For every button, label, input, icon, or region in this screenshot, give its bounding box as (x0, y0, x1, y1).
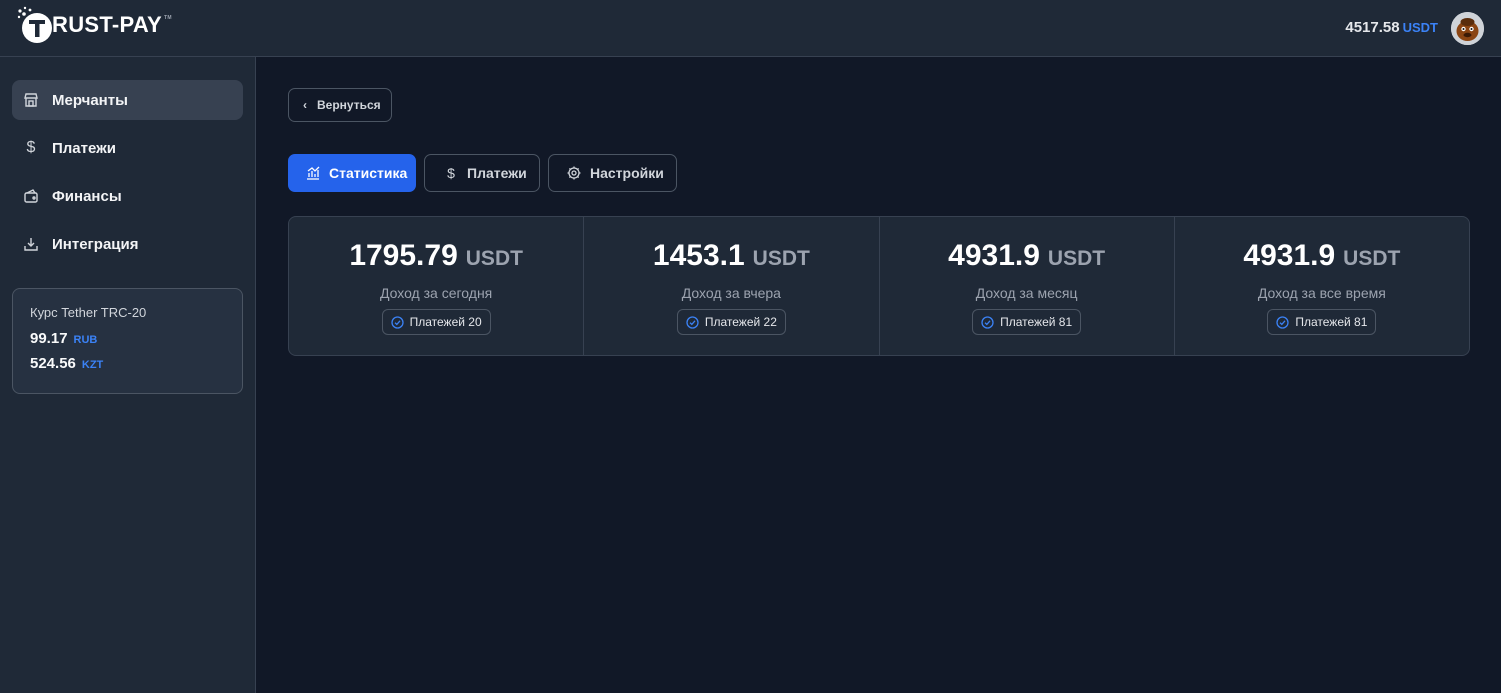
check-badge-icon (1276, 315, 1290, 329)
sidebar-item-integration[interactable]: Интеграция (12, 224, 243, 264)
stat-label: Доход за вчера (681, 285, 781, 301)
stat-value: 4931.9 USDT (1243, 239, 1401, 272)
tab-label: Статистика (329, 165, 408, 181)
balance-unit: USDT (1402, 20, 1438, 35)
rate-title: Курс Tether TRC-20 (30, 305, 147, 320)
logo-tm: TM (163, 15, 172, 21)
top-bar: RUST-PAY TM 4517.58 USDT (0, 0, 1501, 57)
balance-value: 4517.58 (1345, 19, 1400, 36)
balance: 4517.58 USDT (1345, 19, 1438, 36)
store-icon (22, 91, 40, 109)
rate-row-kzt: 524.56 KZT (30, 355, 104, 372)
sidebar-item-label: Мерчанты (52, 91, 128, 109)
stats-panel: 1795.79 USDT Доход за сегодня Платежей 2… (288, 216, 1470, 356)
rate-row-rub: 99.17 RUB (30, 330, 98, 347)
logo-text: RUST-PAY TM (52, 12, 172, 37)
stat-label: Доход за месяц (975, 285, 1078, 301)
payments-count-badge: Платежей 22 (676, 309, 786, 335)
stat-all-time: 4931.9 USDT Доход за все время Платежей … (1175, 217, 1469, 355)
download-icon (22, 235, 40, 253)
sidebar-item-finance[interactable]: Финансы (12, 176, 243, 216)
payments-count-badge: Платежей 81 (972, 309, 1082, 335)
stat-value: 4931.9 USDT (948, 239, 1106, 272)
sidebar-item-label: Интеграция (52, 235, 139, 253)
tab-statistics[interactable]: Статистика (288, 154, 416, 192)
dollar-icon: $ (447, 165, 455, 181)
sidebar-item-label: Платежи (52, 139, 116, 157)
stat-value: 1795.79 USDT (349, 239, 523, 272)
stat-today: 1795.79 USDT Доход за сегодня Платежей 2… (289, 217, 585, 355)
logo[interactable]: RUST-PAY TM (16, 4, 172, 46)
check-badge-icon (981, 315, 995, 329)
stat-yesterday: 1453.1 USDT Доход за вчера Платежей 22 (584, 217, 880, 355)
exchange-rate-card: Курс Tether TRC-20 99.17 RUB 524.56 KZT (12, 288, 243, 394)
stat-value: 1453.1 USDT (652, 239, 810, 272)
chevron-left-icon: ‹ (303, 98, 307, 112)
sidebar: Мерчанты $ Платежи Финансы Интеграция Ку… (0, 57, 256, 693)
gear-icon (566, 165, 582, 181)
payments-count-badge: Платежей 20 (381, 309, 491, 335)
wallet-icon (22, 187, 40, 205)
stat-label: Доход за все время (1257, 285, 1386, 301)
tab-settings[interactable]: Настройки (548, 154, 677, 192)
check-badge-icon (390, 315, 405, 329)
sidebar-item-label: Финансы (52, 187, 122, 205)
check-badge-icon (686, 315, 700, 329)
user-avatar[interactable] (1451, 12, 1484, 45)
back-button[interactable]: ‹ Вернуться (288, 88, 392, 122)
dollar-icon: $ (26, 139, 36, 156)
chart-icon (305, 165, 321, 181)
stat-label: Доход за сегодня (379, 285, 493, 301)
tab-label: Настройки (590, 165, 664, 181)
stat-month: 4931.9 USDT Доход за месяц Платежей 81 (880, 217, 1175, 355)
payments-count-badge: Платежей 81 (1267, 309, 1377, 335)
currency-rub: RUB (73, 334, 98, 346)
sidebar-item-merchants[interactable]: Мерчанты (12, 80, 243, 120)
tab-payments[interactable]: $ Платежи (424, 154, 540, 192)
currency-kzt: KZT (81, 359, 104, 371)
logo-mark-icon (16, 5, 56, 45)
tab-label: Платежи (467, 165, 527, 181)
sidebar-item-payments[interactable]: $ Платежи (12, 128, 243, 168)
